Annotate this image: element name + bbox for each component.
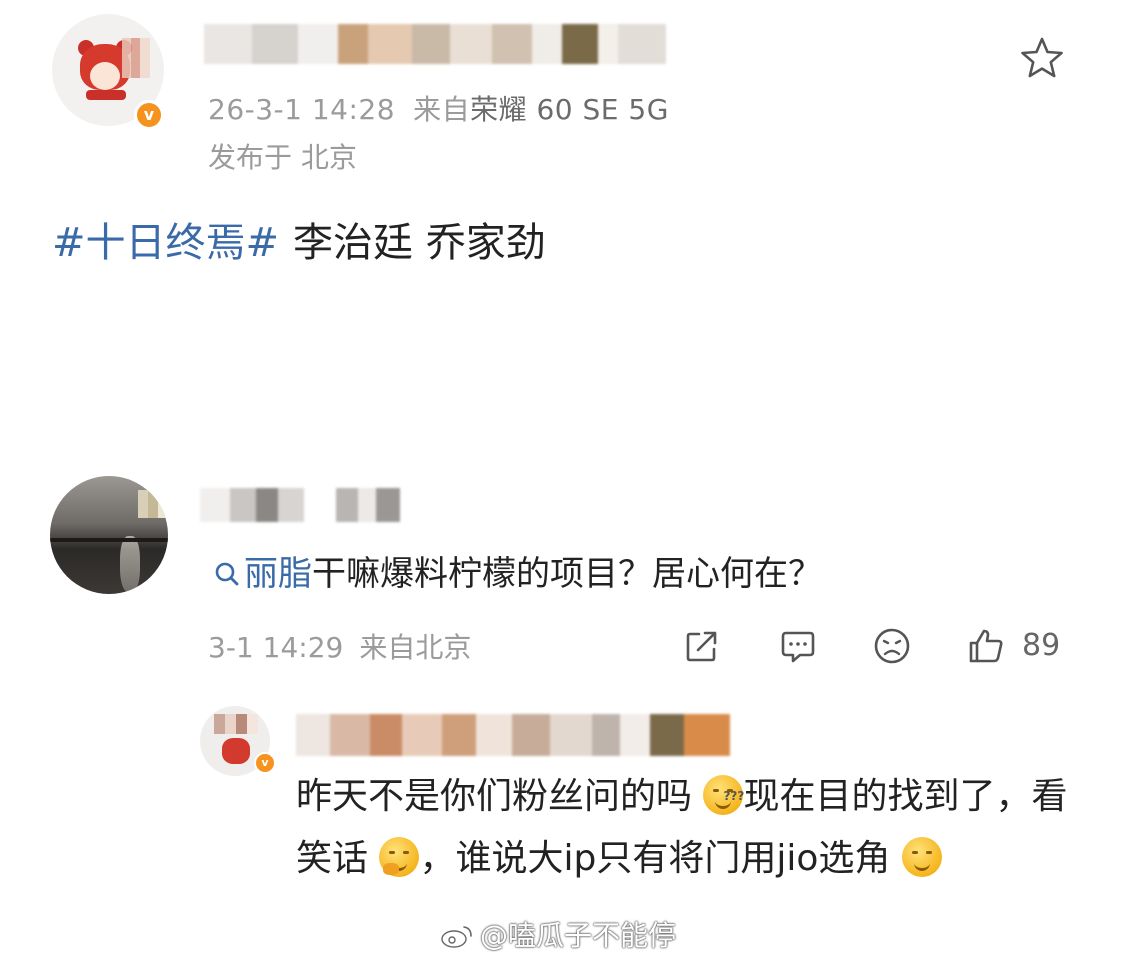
reply-part-3: ，谁说大ip只有将门用jio选角	[419, 838, 891, 879]
pondering-emoji-icon	[379, 837, 420, 877]
post-text: 李治廷 乔家劲	[293, 220, 546, 266]
like-count: 89	[1022, 628, 1061, 663]
post-source-device[interactable]: 荣耀 60 SE 5G	[470, 93, 669, 126]
post-body: #十日终焉# 李治廷 乔家劲	[52, 210, 546, 268]
reply-text: 昨天不是你们粉丝问的吗 ??? 现在目的找到了，看笑话 ，谁说大ip只有将门用ji…	[296, 766, 1086, 890]
search-icon	[214, 556, 240, 586]
weibo-logo-icon	[440, 923, 474, 949]
commenter-name-redacted[interactable]	[200, 488, 400, 522]
comment-icon[interactable]	[778, 626, 818, 666]
commenter-avatar[interactable]	[50, 476, 168, 594]
comment-body: 干嘛爆料柠檬的项目？居心何在？	[312, 554, 822, 594]
watermark: @嗑瓜子不能停	[440, 914, 676, 954]
share-icon[interactable]	[682, 626, 722, 666]
post-meta: 26-3-1 14:28 来自荣耀 60 SE 5G	[208, 88, 669, 128]
comment-meta: 3-1 14:29 来自北京	[208, 626, 471, 666]
verified-badge-icon: v	[254, 752, 276, 774]
weibo-post-screenshot: v 26-3-1 14:28 来自荣耀 60 SE 5G 发布于 北京 #十日终焉…	[0, 0, 1130, 960]
like-thumb-icon[interactable]	[966, 626, 1006, 666]
post-timestamp: 26-3-1 14:28	[208, 93, 396, 126]
watermark-text: @嗑瓜子不能停	[480, 919, 677, 952]
post-source-prefix: 来自	[413, 93, 471, 126]
comment-timestamp: 3-1 14:29	[208, 631, 344, 664]
post-location: 发布于 北京	[208, 141, 357, 174]
author-name-redacted[interactable]	[204, 24, 666, 64]
verified-badge-icon: v	[134, 100, 164, 130]
replier-name-redacted[interactable]	[296, 714, 730, 756]
comment-search-link[interactable]: 丽脂	[244, 554, 312, 594]
thinking-emoji-icon: ???	[703, 775, 744, 815]
reaction-face-icon[interactable]	[872, 626, 912, 666]
comment-source: 来自北京	[359, 631, 472, 664]
smile-emoji-icon	[901, 837, 942, 877]
reply-part-1: 昨天不是你们粉丝问的吗	[296, 776, 693, 817]
star-icon[interactable]	[1018, 34, 1066, 82]
post-hashtag[interactable]: #十日终焉#	[52, 220, 279, 266]
comment-text: 丽脂干嘛爆料柠檬的项目？居心何在？	[214, 546, 822, 595]
